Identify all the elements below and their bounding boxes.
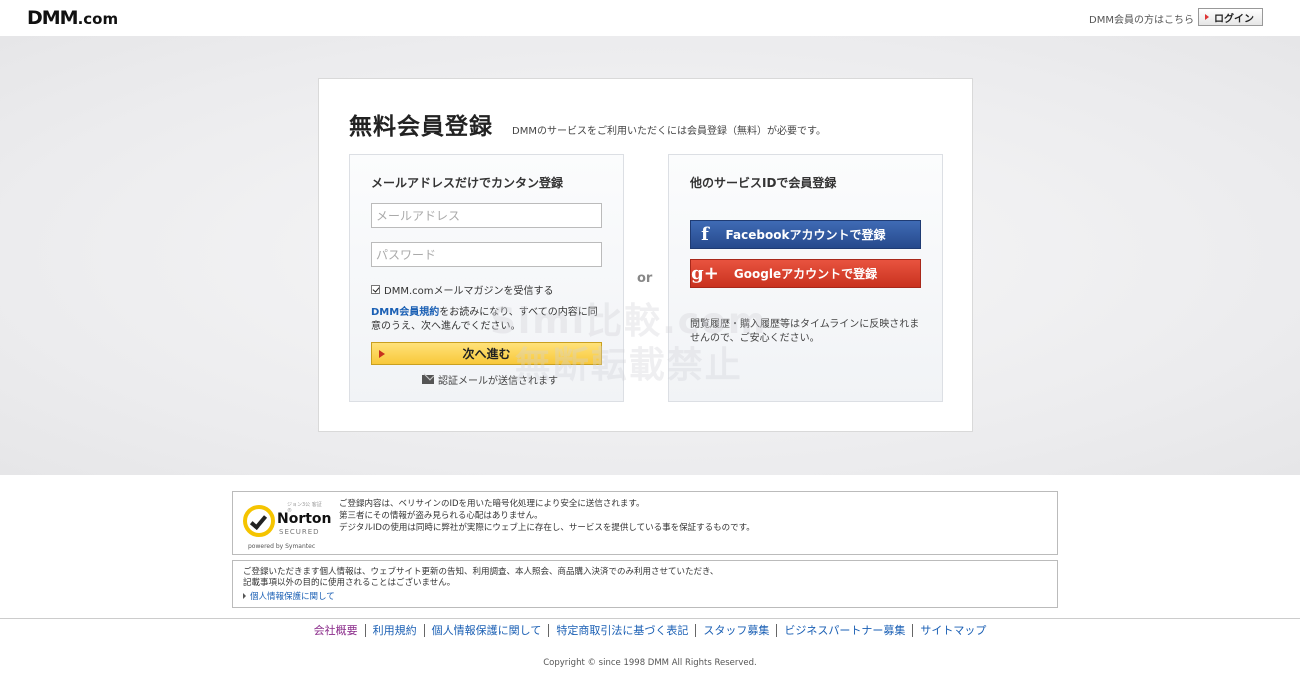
- norton-secured-badge[interactable]: ジョン3公 客証 ® Norton SECURED powered by Sym…: [243, 497, 332, 551]
- google-label: Googleアカウントで登録: [733, 267, 878, 281]
- facebook-register-button[interactable]: f Facebookアカウントで登録: [690, 220, 921, 249]
- email-input[interactable]: メールアドレス: [371, 203, 602, 228]
- google-register-button[interactable]: g+ Googleアカウントで登録: [690, 259, 921, 288]
- privacy-text: ご登録いただきます個人情報は、ウェブサイト更新の告知、利用調査、本人照会、商品購…: [243, 567, 718, 589]
- arrow-right-icon: [379, 350, 385, 358]
- header: DMM.com DMM会員の方はこちら ログイン: [0, 0, 1300, 36]
- or-divider: or: [637, 271, 653, 286]
- login-button[interactable]: ログイン: [1198, 8, 1263, 26]
- facebook-icon: f: [701, 224, 709, 245]
- copyright: Copyright © since 1998 DMM All Rights Re…: [543, 658, 757, 668]
- footer-links: 会社概要 利用規約 個人情報保護に関して 特定商取引法に基づく表記 スタッフ募集…: [0, 624, 1300, 637]
- password-input[interactable]: パスワード: [371, 242, 602, 267]
- checkmark-seal-icon: [243, 505, 275, 537]
- footer-divider: [0, 618, 1300, 619]
- dmm-logo[interactable]: DMM.com: [27, 7, 118, 29]
- email-placeholder: メールアドレス: [376, 209, 461, 223]
- privacy-link[interactable]: 個人情報保護に関して: [243, 590, 335, 602]
- footer-link-company[interactable]: 会社概要: [307, 624, 366, 637]
- privacy-line-1: ご登録いただきます個人情報は、ウェブサイト更新の告知、利用調査、本人照会、商品購…: [243, 567, 719, 577]
- page-subtitle: DMMのサービスをご利用いただくには会員登録（無料）が必要です。: [512, 126, 826, 137]
- norton-name: Norton: [277, 511, 332, 527]
- envelope-icon: [422, 375, 434, 384]
- footer-link-staff[interactable]: スタッフ募集: [696, 624, 778, 637]
- sns-panel-heading: 他のサービスIDで会員登録: [690, 176, 837, 190]
- footer-link-commerce[interactable]: 特定商取引法に基づく表記: [549, 624, 697, 637]
- watermark-line-2: 無断転載禁止: [514, 345, 743, 386]
- newsletter-checkbox-row[interactable]: DMM.comメールマガジンを受信する: [371, 282, 554, 297]
- page-title: 無料会員登録: [349, 114, 493, 140]
- norton-powered: powered by Symantec: [248, 543, 316, 550]
- footer-link-sitemap[interactable]: サイトマップ: [913, 624, 993, 637]
- watermark: Simi比較.com 無断転載禁止: [490, 300, 767, 388]
- footer-link-partner[interactable]: ビジネスパートナー募集: [777, 624, 914, 637]
- password-placeholder: パスワード: [376, 248, 437, 262]
- security-line-2: 第三者にその情報が盗み見られる心配はありません。: [339, 511, 543, 521]
- security-notice: ジョン3公 客証 ® Norton SECURED powered by Sym…: [232, 491, 1058, 555]
- security-line-3: デジタルIDの使用は同時に弊社が実際にウェブ上に存在し、サービスを提供している事…: [339, 523, 755, 533]
- privacy-link-label: 個人情報保護に関して: [250, 592, 335, 602]
- arrow-right-icon: [1205, 14, 1209, 20]
- google-plus-icon: g+: [691, 263, 719, 284]
- newsletter-checkbox[interactable]: [371, 285, 380, 294]
- norton-secured: SECURED: [279, 528, 320, 536]
- facebook-label: Facebookアカウントで登録: [725, 228, 886, 242]
- terms-link[interactable]: DMM会員規約: [371, 307, 439, 318]
- login-label: ログイン: [1214, 13, 1254, 25]
- newsletter-label: DMM.comメールマガジンを受信する: [384, 286, 554, 297]
- email-panel-heading: メールアドレスだけでカンタン登録: [371, 176, 564, 190]
- security-text: ご登録内容は、ベリサインのIDを用いた暗号化処理により安全に送信されます。 第三…: [339, 498, 755, 534]
- footer-link-terms[interactable]: 利用規約: [366, 624, 425, 637]
- security-line-1: ご登録内容は、ベリサインのIDを用いた暗号化処理により安全に送信されます。: [339, 499, 645, 509]
- watermark-line-1: Simi比較.com: [490, 301, 768, 342]
- privacy-line-2: 記載事項以外の目的に使用されることはございません。: [243, 578, 456, 588]
- footer-link-privacy[interactable]: 個人情報保護に関して: [425, 624, 550, 637]
- member-prompt: DMM会員の方はこちら: [1089, 15, 1194, 26]
- privacy-notice: ご登録いただきます個人情報は、ウェブサイト更新の告知、利用調査、本人照会、商品購…: [232, 560, 1058, 608]
- arrow-right-icon: [243, 593, 246, 599]
